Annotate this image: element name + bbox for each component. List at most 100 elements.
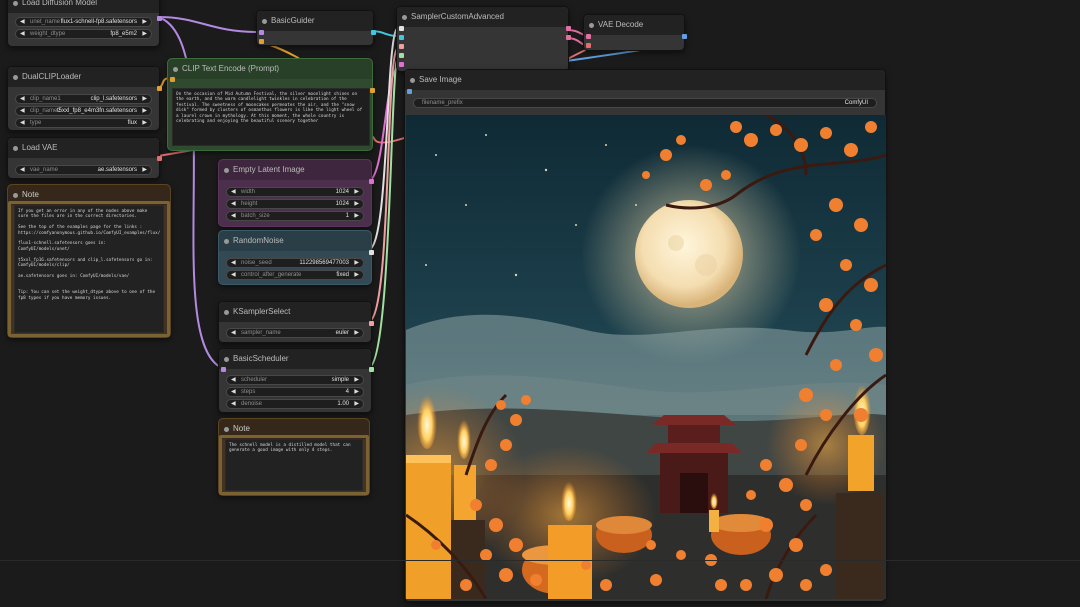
- image-output-port[interactable]: [682, 34, 687, 39]
- note-textarea[interactable]: The schnell model is a distilled model t…: [225, 439, 363, 491]
- arrow-left-icon[interactable]: ◀: [231, 188, 236, 196]
- scheduler-combo[interactable]: ◀ scheduler simple ▶: [226, 375, 364, 385]
- arrow-left-icon[interactable]: ◀: [20, 18, 25, 26]
- denoise-number[interactable]: ◀ denoise 1.00 ▶: [226, 399, 364, 409]
- arrow-left-icon[interactable]: ◀: [231, 259, 236, 267]
- sampler-input-port[interactable]: [399, 44, 404, 49]
- node-save-image[interactable]: Save Image filename_prefix ComfyUI: [404, 69, 886, 602]
- arrow-left-icon[interactable]: ◀: [231, 376, 236, 384]
- clip-input-port[interactable]: [170, 77, 175, 82]
- clip-name2-combo[interactable]: ◀ clip_name2 t5xxl_fp8_e4m3fn.safetensor…: [15, 106, 152, 116]
- unet-name-combo[interactable]: ◀ unet_name flux1-schnell-fp8.safetensor…: [15, 17, 152, 27]
- node-load-vae[interactable]: Load VAE ◀ vae_name ae.safetensors ▶: [7, 137, 162, 179]
- widget-label: unet_name: [30, 19, 61, 25]
- filename-prefix-text[interactable]: filename_prefix ComfyUI: [413, 98, 877, 108]
- arrow-right-icon[interactable]: ▶: [354, 388, 359, 396]
- arrow-right-icon[interactable]: ▶: [142, 18, 147, 26]
- arrow-right-icon[interactable]: ▶: [354, 212, 359, 220]
- clip-output-port[interactable]: [157, 86, 162, 91]
- arrow-right-icon[interactable]: ▶: [354, 259, 359, 267]
- vae-name-combo[interactable]: ◀ vae_name ae.safetensors ▶: [15, 165, 152, 175]
- model-input-port[interactable]: [221, 367, 226, 372]
- arrow-left-icon[interactable]: ◀: [231, 271, 236, 279]
- model-input-port[interactable]: [259, 30, 264, 35]
- widget-value: 112298569477003: [299, 260, 349, 266]
- noise-seed-number[interactable]: ◀ noise_seed 112298569477003 ▶: [226, 258, 364, 268]
- prompt-textarea[interactable]: On the occasion of Mid Autumn Festival, …: [172, 88, 370, 146]
- arrow-left-icon[interactable]: ◀: [231, 212, 236, 220]
- node-vae-decode[interactable]: VAE Decode: [583, 14, 687, 51]
- widget-value: t5xxl_fp8_e4m3fn.safetensors: [56, 108, 137, 114]
- node-note[interactable]: Note If you get an error in any of the n…: [7, 184, 171, 338]
- arrow-right-icon[interactable]: ▶: [142, 95, 147, 103]
- arrow-right-icon[interactable]: ▶: [354, 376, 359, 384]
- node-basic-scheduler[interactable]: BasicScheduler ◀ scheduler simple ▶ ◀ st…: [218, 348, 374, 413]
- vae-input-port[interactable]: [586, 43, 591, 48]
- node-note-schnell[interactable]: Note The schnell model is a distilled mo…: [218, 418, 370, 496]
- arrow-left-icon[interactable]: ◀: [20, 95, 25, 103]
- images-input-port[interactable]: [407, 89, 412, 94]
- node-ksampler-select[interactable]: KSamplerSelect ◀ sampler_name euler ▶: [218, 301, 374, 343]
- node-title: BasicGuider: [257, 11, 373, 31]
- widget-label: sampler_name: [241, 330, 281, 336]
- widget-label: scheduler: [241, 377, 268, 383]
- conditioning-output-port[interactable]: [370, 88, 375, 93]
- arrow-left-icon[interactable]: ◀: [20, 30, 25, 38]
- widget-value: fixed: [336, 272, 349, 278]
- node-load-diffusion-model[interactable]: Load Diffusion Model ◀ unet_name flux1-s…: [7, 0, 162, 47]
- denoised-output-port[interactable]: [566, 35, 571, 40]
- widget-value: simple: [331, 377, 349, 383]
- vae-output-port[interactable]: [157, 156, 162, 161]
- clip-name1-combo[interactable]: ◀ clip_name1 clip_l.safetensors ▶: [15, 94, 152, 104]
- sampler-name-combo[interactable]: ◀ sampler_name euler ▶: [226, 328, 364, 338]
- arrow-right-icon[interactable]: ▶: [142, 30, 147, 38]
- model-output-port[interactable]: [157, 16, 162, 21]
- samples-input-port[interactable]: [586, 34, 591, 39]
- arrow-left-icon[interactable]: ◀: [20, 166, 25, 174]
- batch-size-number[interactable]: ◀ batch_size 1 ▶: [226, 211, 364, 221]
- node-basic-guider[interactable]: BasicGuider: [256, 10, 376, 46]
- weight-dtype-combo[interactable]: ◀ weight_dtype fp8_e5m2 ▶: [15, 29, 152, 39]
- node-sampler-custom-advanced[interactable]: SamplerCustomAdvanced: [396, 6, 571, 72]
- sigmas-input-port[interactable]: [399, 53, 404, 58]
- widget-value: 4: [345, 389, 349, 395]
- node-clip-text-encode[interactable]: CLIP Text Encode (Prompt) On the occasio…: [167, 58, 375, 151]
- width-number[interactable]: ◀ width 1024 ▶: [226, 187, 364, 197]
- arrow-right-icon[interactable]: ▶: [142, 119, 147, 127]
- node-random-noise[interactable]: RandomNoise ◀ noise_seed 112298569477003…: [218, 230, 374, 285]
- arrow-right-icon[interactable]: ▶: [142, 107, 147, 115]
- type-combo[interactable]: ◀ type flux ▶: [15, 118, 152, 128]
- noise-input-port[interactable]: [399, 26, 404, 31]
- arrow-left-icon[interactable]: ◀: [231, 400, 236, 408]
- output-port[interactable]: [566, 26, 571, 31]
- arrow-right-icon[interactable]: ▶: [354, 329, 359, 337]
- node-dual-clip-loader[interactable]: DualCLIPLoader ◀ clip_name1 clip_l.safet…: [7, 66, 162, 131]
- arrow-right-icon[interactable]: ▶: [142, 166, 147, 174]
- widget-label: type: [30, 120, 42, 126]
- arrow-right-icon[interactable]: ▶: [354, 271, 359, 279]
- sigmas-output-port[interactable]: [369, 367, 374, 372]
- steps-number[interactable]: ◀ steps 4 ▶: [226, 387, 364, 397]
- guider-input-port[interactable]: [399, 35, 404, 40]
- arrow-right-icon[interactable]: ▶: [354, 188, 359, 196]
- arrow-left-icon[interactable]: ◀: [231, 200, 236, 208]
- guider-output-port[interactable]: [371, 30, 376, 35]
- latent-input-port[interactable]: [399, 62, 404, 67]
- noise-output-port[interactable]: [369, 250, 374, 255]
- arrow-left-icon[interactable]: ◀: [231, 388, 236, 396]
- latent-output-port[interactable]: [369, 179, 374, 184]
- conditioning-input-port[interactable]: [259, 39, 264, 44]
- height-number[interactable]: ◀ height 1024 ▶: [226, 199, 364, 209]
- node-empty-latent-image[interactable]: Empty Latent Image ◀ width 1024 ▶ ◀ heig…: [218, 159, 374, 227]
- control-after-generate-combo[interactable]: ◀ control_after_generate fixed ▶: [226, 270, 364, 280]
- arrow-left-icon[interactable]: ◀: [231, 329, 236, 337]
- arrow-right-icon[interactable]: ▶: [354, 200, 359, 208]
- widget-value: fp8_e5m2: [110, 31, 137, 37]
- arrow-left-icon[interactable]: ◀: [20, 107, 25, 115]
- arrow-right-icon[interactable]: ▶: [354, 400, 359, 408]
- sampler-output-port[interactable]: [369, 321, 374, 326]
- node-title: Load Diffusion Model: [8, 0, 159, 13]
- arrow-left-icon[interactable]: ◀: [20, 119, 25, 127]
- note-textarea[interactable]: If you get an error in any of the nodes …: [14, 205, 164, 333]
- widget-value: flux: [127, 120, 137, 126]
